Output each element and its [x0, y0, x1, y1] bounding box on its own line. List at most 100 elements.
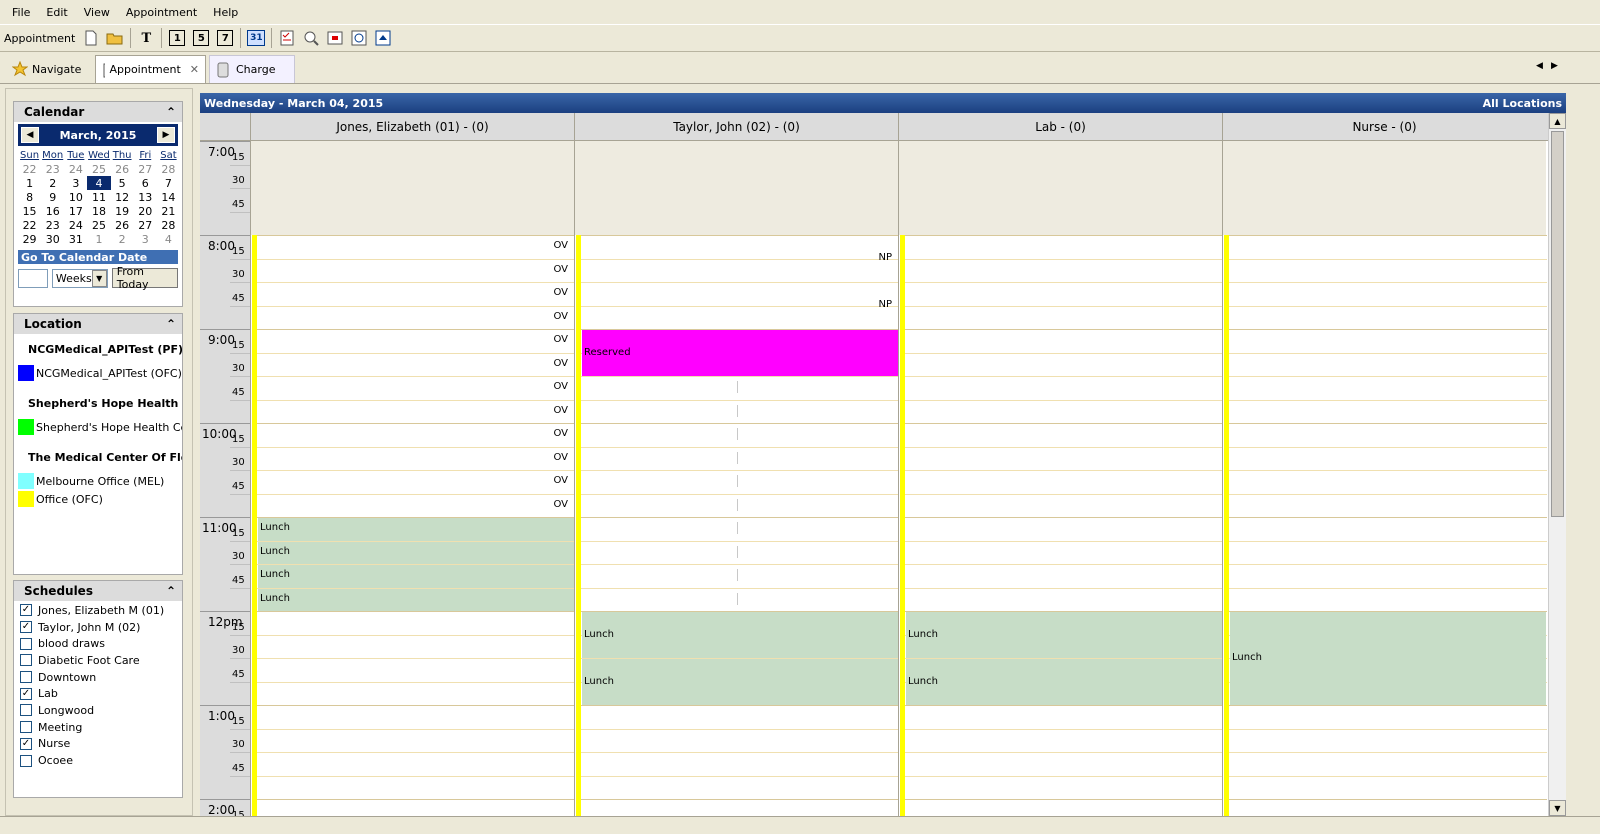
menu-edit[interactable]: Edit: [46, 6, 67, 19]
schedule-item[interactable]: ✓ Nurse: [14, 736, 182, 753]
day-column[interactable]: NP NP Reserved Lunch Lunch: [574, 141, 899, 816]
lunch-block[interactable]: Lunch: [906, 612, 1222, 658]
schedule-item[interactable]: Ocoee: [14, 752, 182, 769]
ov-marker[interactable]: OV: [553, 475, 568, 486]
scroll-down-icon[interactable]: ▼: [1549, 800, 1566, 816]
unchecked-checkbox[interactable]: [20, 654, 32, 667]
calendar-day[interactable]: 11: [87, 190, 110, 204]
preview-icon[interactable]: [349, 28, 369, 48]
column-header[interactable]: Taylor, John (02) - (0): [574, 113, 898, 141]
tab-navigate[interactable]: Navigate: [6, 55, 87, 83]
calendar-day[interactable]: 1: [87, 232, 110, 246]
print-icon[interactable]: [373, 28, 393, 48]
block-icon[interactable]: [325, 28, 345, 48]
lunch-block[interactable]: Lunch: [258, 518, 574, 541]
calendar-day[interactable]: 8: [18, 190, 41, 204]
lunch-block[interactable]: Lunch: [258, 588, 574, 611]
find-appointment-icon[interactable]: [301, 28, 321, 48]
checked-checkbox[interactable]: ✓: [20, 737, 32, 750]
calendar-day[interactable]: 27: [134, 218, 157, 232]
column-header[interactable]: Lab - (0): [898, 113, 1222, 141]
calendar-day[interactable]: 4: [87, 176, 111, 190]
calendar-day[interactable]: 20: [134, 204, 157, 218]
reserved-block[interactable]: Reserved: [582, 330, 898, 376]
calendar-day[interactable]: 24: [64, 218, 87, 232]
calendar-day[interactable]: 9: [41, 190, 64, 204]
from-today-button[interactable]: From Today: [111, 265, 178, 291]
calendar-day[interactable]: 15: [18, 204, 41, 218]
calendar-day[interactable]: 25: [87, 162, 110, 176]
calendar-day[interactable]: 19: [111, 204, 134, 218]
schedule-item[interactable]: blood draws: [14, 635, 182, 652]
day-column[interactable]: Lunch Lunch: [898, 141, 1223, 816]
calendar-day[interactable]: 30: [41, 232, 64, 246]
goto-unit-select[interactable]: Weeks ▼: [51, 268, 108, 288]
scroll-up-icon[interactable]: ▲: [1549, 113, 1566, 129]
lunch-block[interactable]: Lunch: [258, 565, 574, 588]
calendar-day[interactable]: 10: [64, 190, 87, 204]
unchecked-checkbox[interactable]: [20, 704, 32, 717]
checked-checkbox[interactable]: ✓: [20, 621, 32, 634]
calendar-day[interactable]: 5: [111, 176, 134, 190]
checked-checkbox[interactable]: ✓: [20, 687, 32, 700]
ov-marker[interactable]: OV: [553, 428, 568, 439]
new-document-icon[interactable]: [81, 28, 101, 48]
day-column[interactable]: Lunch: [1222, 141, 1547, 816]
calendar-day[interactable]: 13: [134, 190, 157, 204]
prev-month-button[interactable]: ◀: [21, 127, 39, 143]
work-week-view-button[interactable]: 5: [191, 28, 211, 48]
tab-scroll-left-icon[interactable]: ◀: [1536, 61, 1543, 71]
lunch-block[interactable]: Lunch: [258, 541, 574, 564]
calendar-day[interactable]: 7: [157, 176, 180, 190]
calendar-day[interactable]: 25: [87, 218, 110, 232]
unchecked-checkbox[interactable]: [20, 721, 32, 734]
np-marker[interactable]: NP: [878, 299, 892, 310]
lunch-block[interactable]: Lunch: [1230, 612, 1546, 705]
location-scope[interactable]: All Locations: [1483, 97, 1562, 110]
location-item[interactable]: Office (OFC): [14, 490, 182, 508]
dropdown-arrow-icon[interactable]: ▼: [91, 269, 107, 287]
text-icon[interactable]: T: [136, 28, 156, 48]
np-marker[interactable]: NP: [878, 252, 892, 263]
week-view-button[interactable]: 7: [215, 28, 235, 48]
location-item[interactable]: Melbourne Office (MEL): [14, 472, 182, 490]
calendar-day[interactable]: 17: [64, 204, 87, 218]
ov-marker[interactable]: OV: [553, 334, 568, 345]
day-column[interactable]: OV OV OV OV OV OV OV OV OV OV OV OV Lunch Lunch Lunch L…: [250, 141, 575, 816]
collapse-icon[interactable]: ⌃: [166, 584, 176, 598]
calendar-day[interactable]: 26: [111, 218, 134, 232]
month-view-button[interactable]: 31: [246, 28, 266, 48]
calendar-day[interactable]: 6: [134, 176, 157, 190]
ov-marker[interactable]: OV: [553, 499, 568, 510]
tab-charge[interactable]: Charge: [209, 55, 295, 83]
lunch-block[interactable]: Lunch: [582, 659, 898, 705]
day-view-button[interactable]: 1: [167, 28, 187, 48]
location-item[interactable]: Shepherd's Hope Health Ce...: [14, 418, 182, 436]
checklist-icon[interactable]: [277, 28, 297, 48]
schedule-item[interactable]: Downtown: [14, 669, 182, 686]
calendar-day[interactable]: 26: [111, 162, 134, 176]
calendar-day[interactable]: 23: [41, 218, 64, 232]
schedule-item[interactable]: Longwood: [14, 702, 182, 719]
column-header[interactable]: Nurse - (0): [1222, 113, 1546, 141]
schedule-item[interactable]: ✓ Lab: [14, 685, 182, 702]
calendar-day[interactable]: 24: [64, 162, 87, 176]
next-month-button[interactable]: ▶: [157, 127, 175, 143]
collapse-icon[interactable]: ⌃: [166, 105, 176, 119]
vertical-scrollbar[interactable]: ▲ ▼: [1548, 113, 1566, 816]
column-header[interactable]: Jones, Elizabeth (01) - (0): [250, 113, 574, 141]
schedule-item[interactable]: Diabetic Foot Care: [14, 652, 182, 669]
unchecked-checkbox[interactable]: [20, 671, 32, 684]
checked-checkbox[interactable]: ✓: [20, 604, 32, 617]
goto-date-input[interactable]: [18, 268, 48, 288]
ov-marker[interactable]: OV: [553, 287, 568, 298]
unchecked-checkbox[interactable]: [20, 637, 32, 650]
close-icon[interactable]: ✕: [190, 63, 199, 76]
schedule-item[interactable]: ✓ Jones, Elizabeth M (01): [14, 602, 182, 619]
schedule-item[interactable]: ✓ Taylor, John M (02): [14, 619, 182, 636]
calendar-day[interactable]: 31: [64, 232, 87, 246]
calendar-day[interactable]: 2: [41, 176, 64, 190]
unchecked-checkbox[interactable]: [20, 754, 32, 767]
ov-marker[interactable]: OV: [553, 358, 568, 369]
lunch-block[interactable]: Lunch: [582, 612, 898, 658]
